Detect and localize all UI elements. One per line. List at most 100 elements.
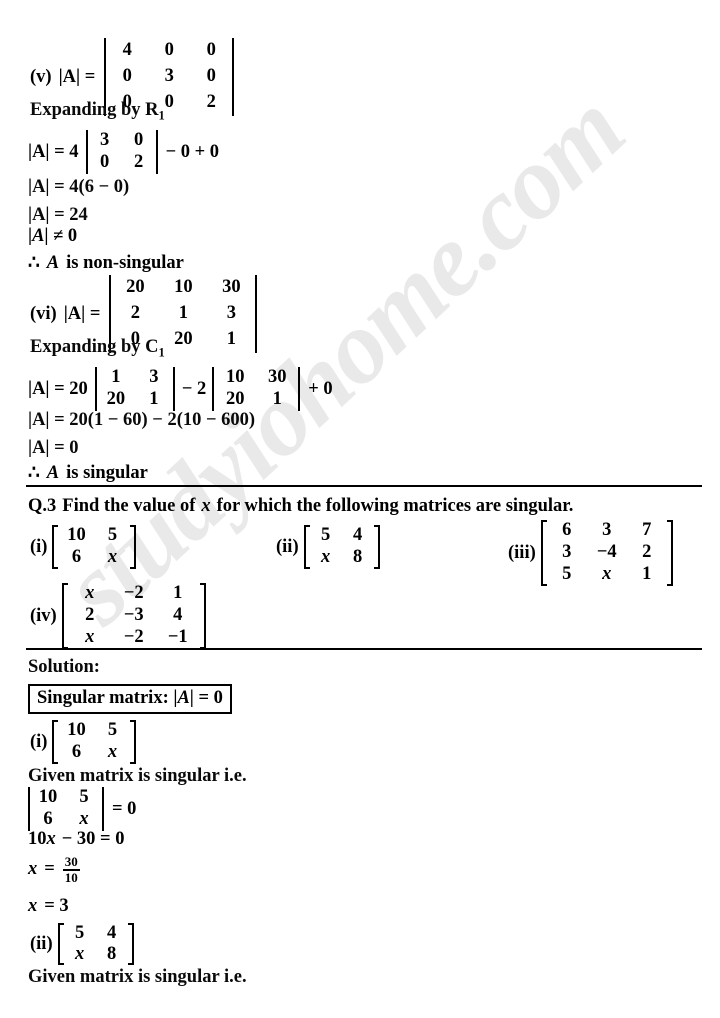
matrix-cell: 4: [106, 922, 117, 943]
part-vi-step3-line: |A| = 0: [28, 438, 79, 458]
fraction-denominator: 10: [62, 868, 80, 885]
matrix-cell: x: [74, 943, 85, 964]
matrix-cell: 5: [107, 720, 118, 741]
matrix-cell: 10: [174, 277, 193, 298]
matrix-cell: 5: [562, 564, 572, 585]
item-label: (iii): [508, 542, 536, 563]
matrix-grid: 10 5 6 x: [58, 720, 130, 764]
matrix-grid: 10 5 6 x: [58, 525, 130, 569]
matrix-cell: x: [320, 547, 331, 568]
matrix-cell: 10: [225, 367, 245, 388]
matrix-cell: 3: [164, 66, 174, 87]
bracket-right: [666, 520, 673, 586]
conclusion-text: is non-singular: [66, 252, 184, 273]
det-bar-right: [172, 367, 175, 411]
matrix-cell: 5: [107, 525, 118, 546]
part-v-lhs: |A| =: [58, 66, 96, 87]
det-bar-right: [255, 275, 258, 353]
matrix-cell: 3: [226, 303, 237, 324]
part-vi-conclusion-line: ∴ A is singular: [28, 462, 148, 484]
answer-value: = 3: [44, 896, 69, 916]
part-v-step4-line: | A | ≠ 0: [28, 226, 77, 247]
expanding-by-subscript: 1: [158, 345, 165, 360]
matrix-cell: 3: [149, 367, 159, 388]
section-divider-above-solution: [26, 648, 702, 650]
matrix-cell: 8: [106, 943, 117, 964]
matrix-cell: 2: [206, 92, 216, 113]
solution-i-determinant: 10 5 6 x: [28, 787, 104, 831]
matrix-cell: 1: [178, 303, 189, 324]
matrix-cell: 2: [133, 152, 144, 173]
matrix-symbol: A: [46, 252, 60, 273]
matrix-cell: 6: [562, 520, 572, 541]
bracket-right: [130, 525, 137, 569]
solution-i-answer-line: x = 3: [28, 896, 69, 917]
matrix-cell: 4: [352, 525, 363, 546]
matrix-cell: 4: [122, 40, 132, 61]
matrix-cell: −1: [167, 627, 188, 648]
boxed-note-prefix: Singular matrix: |: [37, 688, 178, 708]
equals-sign: =: [44, 859, 55, 880]
question-variable: x: [201, 496, 211, 516]
matrix-cell: 20: [174, 329, 193, 350]
matrix-cell: x: [79, 809, 89, 830]
matrix-cell: 0: [164, 40, 174, 61]
part-v-conclusion-line: ∴ A is non-singular: [28, 252, 184, 274]
equation-variable: x: [28, 896, 38, 916]
matrix-cell: 1: [173, 583, 183, 604]
solution-i-determinant-equation: 10 5 6 x = 0: [28, 787, 136, 831]
matrix-cell: 4: [173, 605, 183, 626]
part-vi-step1-mid: − 2: [181, 378, 207, 399]
matrix-grid: 10 30 20 1: [214, 367, 298, 411]
det-equals-zero: = 0: [112, 798, 137, 819]
matrix-brackets: 5 4 x 8: [57, 922, 134, 965]
matrix-cell: 3: [602, 520, 612, 541]
matrix-cell: −4: [596, 542, 617, 563]
matrix-grid: 1 3 20 1: [97, 367, 173, 411]
matrix-symbol: A: [177, 688, 190, 708]
part-vi-minor-a: 1 3 20 1: [94, 367, 175, 411]
part-v-minor-determinant: 3 0 0 2: [85, 130, 158, 174]
matrix-cell: 2: [130, 303, 141, 324]
part-v-label: (v): [30, 66, 52, 87]
matrix-cell: 1: [226, 329, 237, 350]
singular-matrix-definition-box: Singular matrix: |A| = 0: [28, 684, 232, 714]
item-label: (iv): [30, 605, 57, 626]
part-v-expanding-line: Expanding by R1: [30, 101, 165, 122]
matrix-cell: 2: [642, 542, 652, 563]
part-v-step1-line: |A| = 4 3 0 0 2 − 0 + 0: [28, 130, 219, 174]
matrix-cell: 10: [67, 525, 86, 546]
matrix-cell: 20: [106, 389, 126, 410]
solution-ii-given-line: Given matrix is singular i.e.: [28, 967, 247, 987]
matrix-cell: 6: [43, 809, 53, 830]
matrix-grid: 10 5 6 x: [30, 787, 102, 831]
equation-rest: − 30 = 0: [61, 829, 125, 849]
question-text-after: for which the following matrices are sin…: [216, 496, 574, 516]
part-v-step1-lhs: |A| = 4: [28, 141, 79, 162]
matrix-symbol: A: [46, 462, 60, 483]
matrix-cell: 3: [562, 542, 572, 563]
matrix-cell: 5: [79, 787, 89, 808]
matrix-grid: 6 3 7 3 −4 2 5 x 1: [547, 520, 667, 586]
matrix-cell: x: [602, 564, 612, 585]
matrix-cell: 0: [99, 152, 110, 173]
item-label: (ii): [30, 933, 53, 954]
bracket-right: [199, 583, 206, 649]
equation-coefficient: 10: [28, 829, 47, 849]
item-label: (i): [30, 731, 48, 752]
matrix-cell: 1: [642, 564, 652, 585]
det-bar-right: [102, 787, 104, 831]
matrix-cell: −2: [123, 627, 144, 648]
matrix-cell: 3: [99, 130, 110, 151]
matrix-cell: 10: [38, 787, 58, 808]
matrix-cell: 1: [149, 389, 159, 410]
part-vi-step1-lhs: |A| = 20: [28, 378, 88, 399]
matrix-symbol: A: [32, 226, 45, 246]
matrix-cell: x: [107, 547, 118, 568]
matrix-cell: 0: [206, 40, 216, 61]
solution-heading: Solution:: [28, 657, 100, 677]
solution-i-given-line: Given matrix is singular i.e.: [28, 766, 247, 786]
matrix-cell: 0: [122, 66, 132, 87]
matrix-cell: 6: [71, 742, 82, 763]
item-label: (i): [30, 536, 48, 557]
